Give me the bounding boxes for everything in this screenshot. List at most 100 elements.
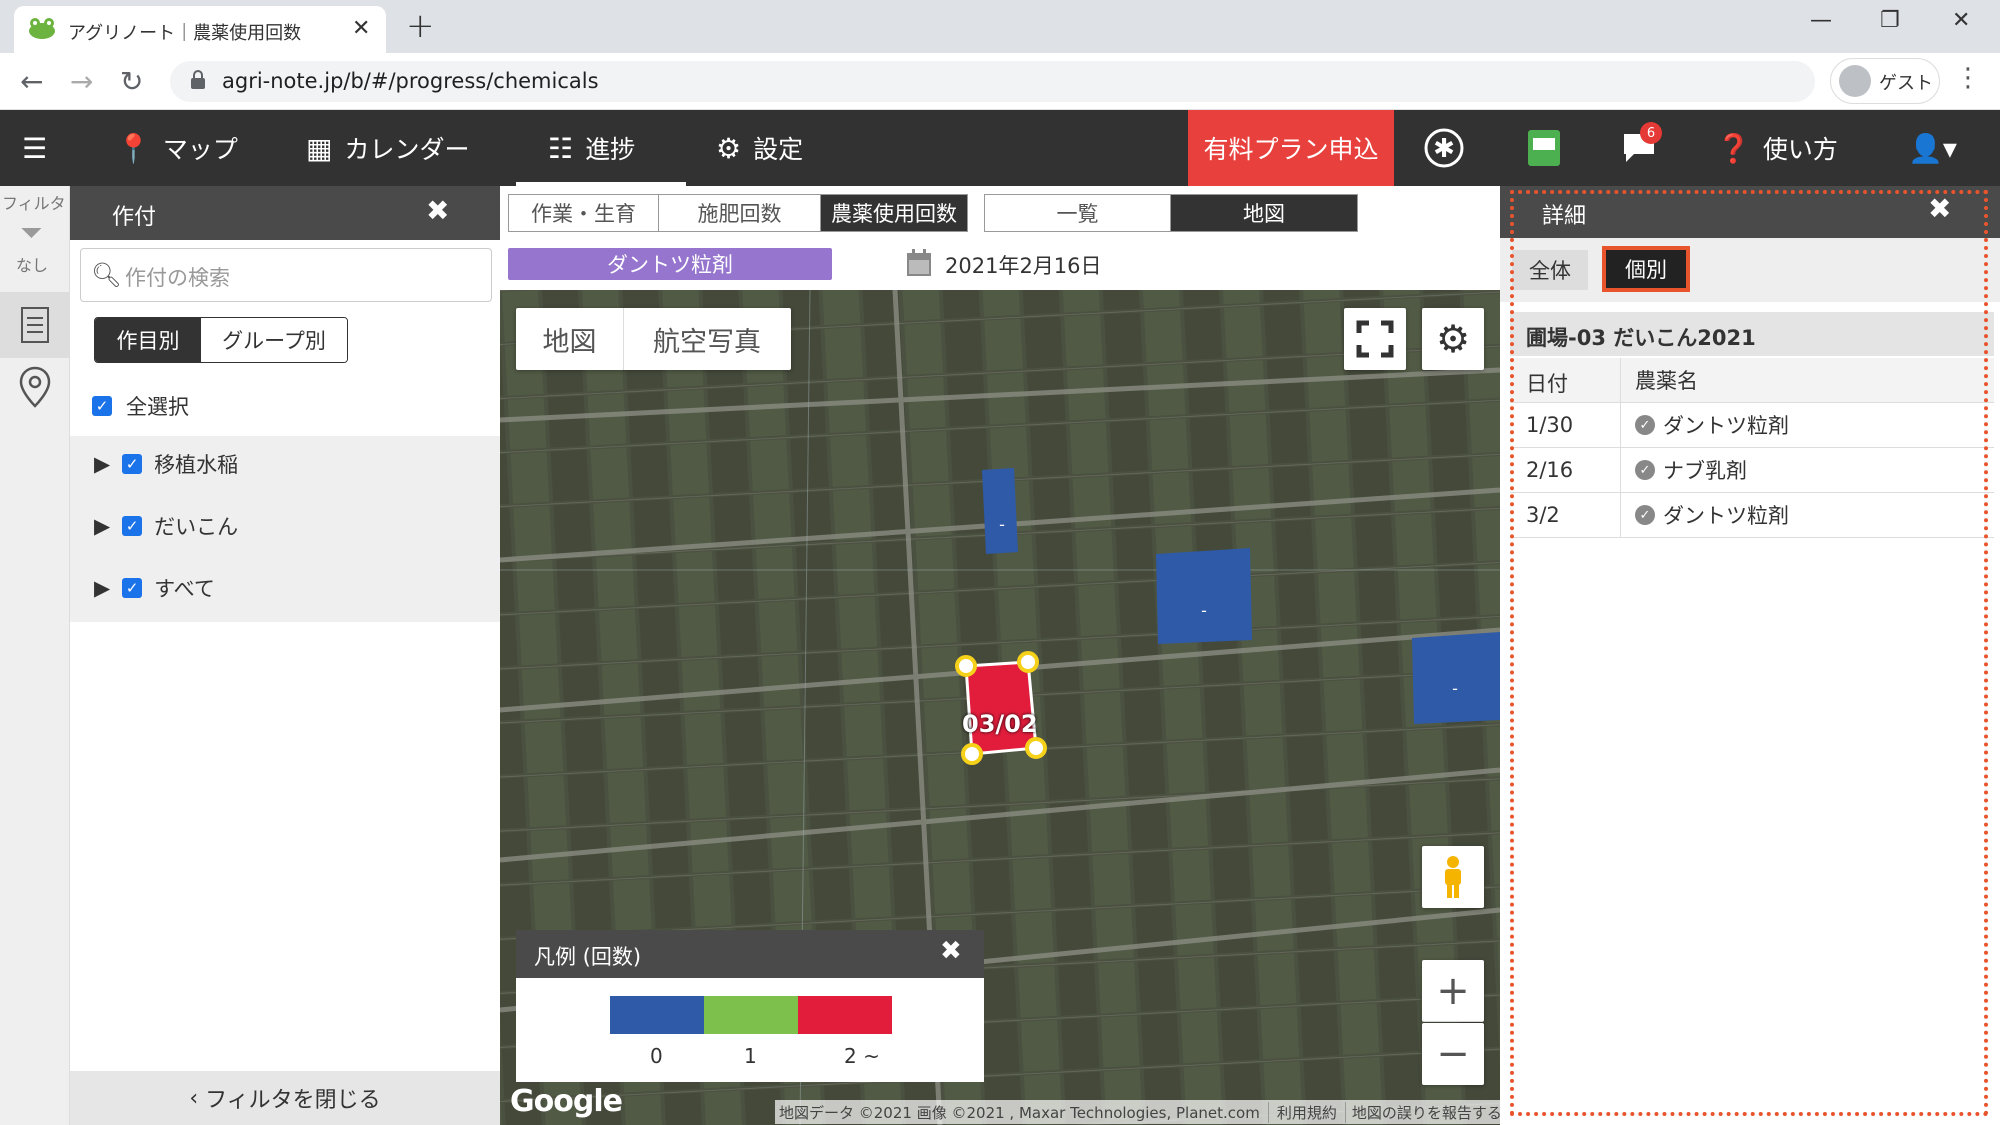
tree-item[interactable]: ▶ ✓ 移植水稲 (94, 444, 238, 484)
map-type-aerial[interactable]: 航空写真 (624, 308, 790, 370)
chemical-selector[interactable]: ダントツ粒剤 (508, 248, 832, 280)
reload-icon[interactable]: ↻ (120, 65, 143, 98)
tab-chemical-count[interactable]: 農薬使用回数 (821, 195, 967, 231)
view-map[interactable]: 地図 (1171, 195, 1357, 231)
tab-individual[interactable]: 個別 (1602, 246, 1690, 292)
back-arrow-icon[interactable]: ← (20, 65, 43, 98)
expand-triangle-icon[interactable]: ▶ (94, 576, 110, 600)
table-row[interactable]: 2/16 ✓ ナブ乳剤 (1510, 448, 1994, 493)
row-chem: ダントツ粒剤 (1663, 504, 1789, 528)
field-zero-applications[interactable] (1412, 632, 1500, 724)
browser-tab[interactable]: アグリノート｜農薬使用回数 ✕ (14, 6, 386, 53)
row-chem: ナブ乳剤 (1663, 459, 1747, 483)
tree-item-label: 移植水稲 (154, 453, 239, 477)
active-tab-indicator (516, 182, 686, 186)
close-icon[interactable]: ✖ (1928, 192, 1951, 225)
svg-text:✱: ✱ (1433, 134, 1455, 164)
field-zero-applications[interactable] (982, 468, 1018, 554)
row-date: 2/16 (1526, 458, 1574, 482)
date-display[interactable]: 2021年2月16日 (945, 250, 1102, 280)
maximize-window-button[interactable]: ❐ (1880, 8, 1900, 33)
field-value: - (1452, 679, 1458, 698)
table-row[interactable]: 3/2 ✓ ダントツ粒剤 (1510, 493, 1994, 538)
map-type-map[interactable]: 地図 (516, 308, 624, 370)
expand-triangle-icon[interactable]: ▶ (94, 452, 110, 476)
nav-help[interactable]: ❓ 使い方 (1716, 110, 1838, 186)
legend-close-icon[interactable]: ✖ (940, 936, 962, 966)
premium-plan-button[interactable]: 有料プラン申込 (1188, 110, 1394, 186)
url-input[interactable]: agri-note.jp/b/#/progress/chemicals (170, 61, 1815, 102)
checkbox-checked[interactable]: ✓ (92, 396, 112, 416)
list-icon: ☷ (548, 131, 574, 165)
asterisk-badge-icon[interactable]: ✱ (1420, 124, 1468, 172)
checkbox-checked[interactable]: ✓ (122, 454, 143, 474)
report-error-link[interactable]: 地図の誤りを報告する (1344, 1101, 1500, 1123)
view-list[interactable]: 一覧 (985, 195, 1171, 231)
close-filter-button[interactable]: ‹ フィルタを閉じる (70, 1071, 500, 1125)
checkbox-checked[interactable]: ✓ (122, 516, 143, 536)
terms-link[interactable]: 利用規約 (1267, 1101, 1345, 1123)
field-value: - (999, 515, 1005, 534)
browser-menu-icon[interactable]: ⋮ (1955, 63, 1981, 93)
satellite-map[interactable]: - - - 03/02 地図 航空写真 ⚙ + − 凡例 (回数) ✖ 0 1 … (500, 290, 1500, 1125)
check-circle-icon: ✓ (1635, 505, 1655, 525)
minimize-window-button[interactable]: — (1810, 8, 1832, 33)
seg-by-item[interactable]: 作目別 (95, 318, 201, 362)
filter-status: なし (16, 256, 49, 275)
filter-label: フィルタ (2, 194, 66, 213)
forward-arrow-icon[interactable]: → (70, 65, 93, 98)
document-list-icon (21, 307, 49, 343)
field-zero-applications[interactable] (1156, 548, 1252, 644)
browser-tab-bar: アグリノート｜農薬使用回数 ✕ + — ❐ ✕ (0, 0, 2000, 53)
tree-item[interactable]: ▶ ✓ すべて (94, 568, 215, 608)
tab-fertilizer-count[interactable]: 施肥回数 (659, 195, 821, 231)
frog-favicon-icon (29, 18, 55, 39)
row-date: 1/30 (1526, 413, 1574, 437)
map-type-control: 地図 航空写真 (516, 308, 791, 370)
check-circle-icon: ✓ (1635, 460, 1655, 480)
map-legend: 凡例 (回数) ✖ 0 1 2 ~ (516, 930, 984, 1082)
new-tab-button[interactable]: + (406, 6, 435, 46)
pesticide-book-icon[interactable] (1520, 124, 1568, 172)
fullscreen-icon (1356, 320, 1394, 358)
nav-progress[interactable]: ☷ 進捗 (548, 110, 635, 186)
close-icon[interactable]: ✖ (426, 194, 449, 227)
panel-header: 作付 ✖ (70, 186, 500, 240)
location-pin-icon[interactable] (18, 366, 52, 408)
list-view-button[interactable] (0, 292, 70, 358)
nav-settings[interactable]: ⚙ 設定 (716, 110, 803, 186)
close-window-button[interactable]: ✕ (1952, 8, 1970, 33)
map-settings-button[interactable]: ⚙ (1422, 308, 1484, 370)
tree-item[interactable]: ▶ ✓ だいこん (94, 506, 238, 546)
legend-swatch-2 (798, 996, 892, 1034)
menu-toggle-icon[interactable]: ☰ (22, 110, 47, 186)
nav-map[interactable]: 📍 マップ (116, 110, 238, 186)
checkbox-checked[interactable]: ✓ (122, 578, 143, 598)
tab-work-growth[interactable]: 作業・生育 (509, 195, 659, 231)
tab-close-icon[interactable]: ✕ (352, 16, 370, 41)
selected-field[interactable] (964, 660, 1038, 756)
profile-button[interactable]: ゲスト (1830, 58, 1940, 104)
seg-by-group[interactable]: グループ別 (201, 318, 347, 362)
user-menu-icon[interactable]: 👤▾ (1908, 110, 1957, 186)
col-chem-label: 農薬名 (1635, 369, 1698, 393)
zoom-out-button[interactable]: − (1422, 1023, 1484, 1085)
expand-triangle-icon[interactable]: ▶ (94, 514, 110, 538)
funnel-icon[interactable]: ⏷ (20, 216, 42, 250)
planting-search-input[interactable]: 🔍︎ 作付の検索 (80, 248, 492, 302)
tree-item-label: だいこん (154, 515, 239, 539)
calendar-icon[interactable] (905, 248, 933, 278)
google-logo: Google (510, 1084, 623, 1119)
select-all-checkbox[interactable]: ✓ 全選択 (92, 390, 189, 422)
legend-label: 0 (650, 1044, 663, 1068)
street-view-pegman[interactable] (1422, 846, 1484, 908)
filter-strip: フィルタ ⏷ なし (0, 186, 70, 1125)
detail-panel: 詳細 ✖ 全体 個別 圃場-03 だいこん2021 日付 農薬名 1/30 ✓ ダ… (1500, 186, 2000, 1125)
table-row[interactable]: 1/30 ✓ ダントツ粒剤 (1510, 403, 1994, 448)
tab-title: アグリノート｜農薬使用回数 (68, 23, 302, 44)
fullscreen-button[interactable] (1344, 308, 1406, 370)
row-date: 3/2 (1526, 503, 1560, 527)
tab-all[interactable]: 全体 (1512, 250, 1588, 290)
zoom-in-button[interactable]: + (1422, 960, 1484, 1022)
nav-calendar[interactable]: ▦ カレンダー (306, 110, 469, 186)
